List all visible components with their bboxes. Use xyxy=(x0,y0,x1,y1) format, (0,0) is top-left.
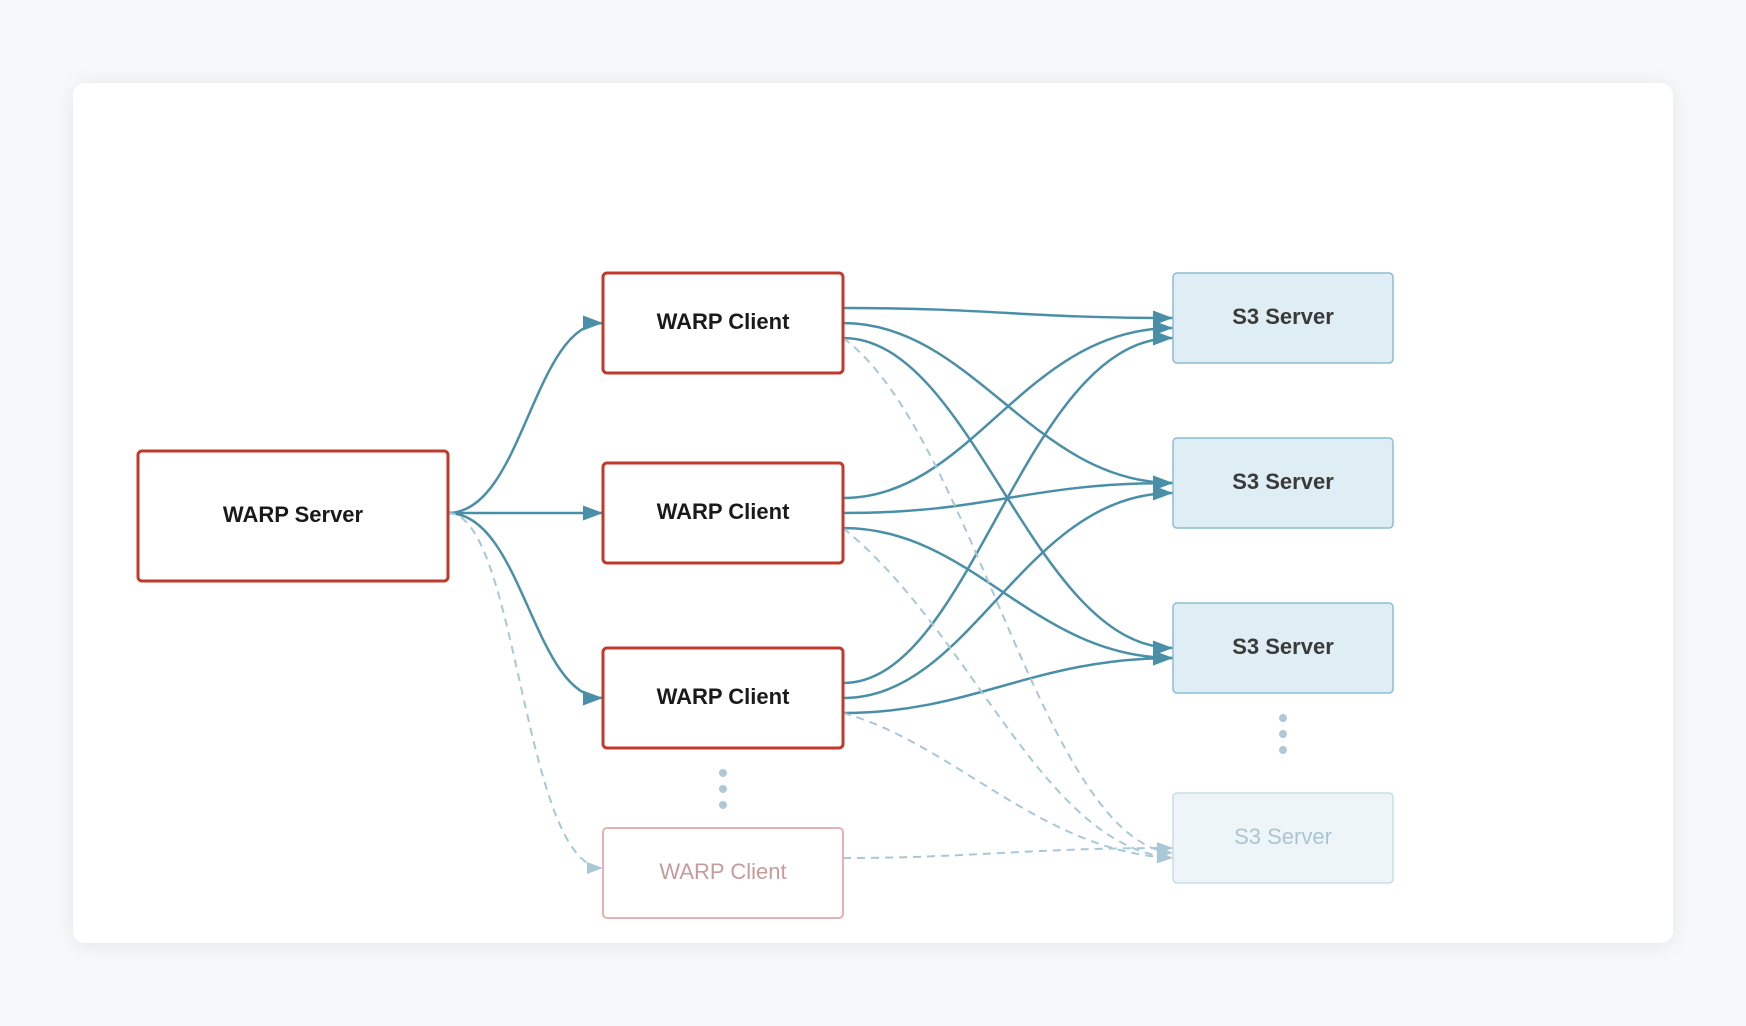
architecture-diagram: WARP Server WARP Client WARP Client WARP… xyxy=(73,83,1673,943)
dots-clients-3 xyxy=(719,801,727,809)
s3-server-3-label: S3 Server xyxy=(1232,634,1334,659)
dots-clients-2 xyxy=(719,785,727,793)
dots-s3-2 xyxy=(1279,730,1287,738)
warp-client-1-label: WARP Client xyxy=(657,309,791,334)
dots-s3-3 xyxy=(1279,746,1287,754)
diagram-container: WARP Server WARP Client WARP Client WARP… xyxy=(73,83,1673,943)
warp-server-label: WARP Server xyxy=(223,502,364,527)
dots-s3 xyxy=(1279,714,1287,722)
warp-client-4-label: WARP Client xyxy=(659,859,786,884)
s3-server-1-label: S3 Server xyxy=(1232,304,1334,329)
s3-server-2-label: S3 Server xyxy=(1232,469,1334,494)
dots-clients xyxy=(719,769,727,777)
warp-client-2-label: WARP Client xyxy=(657,499,791,524)
warp-client-3-label: WARP Client xyxy=(657,684,791,709)
s3-server-4-label: S3 Server xyxy=(1234,824,1332,849)
